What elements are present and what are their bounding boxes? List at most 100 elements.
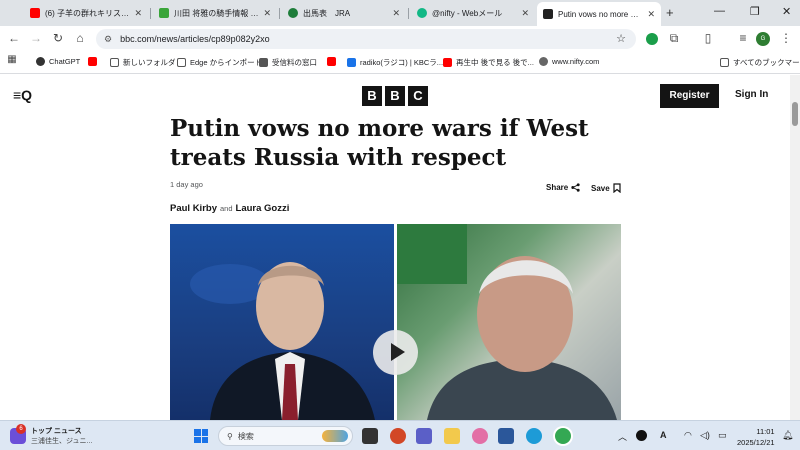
article-video[interactable] (170, 224, 621, 420)
bbc-logo[interactable]: B B C (362, 86, 428, 106)
tab-title: @nifty - Webメール (432, 8, 503, 18)
save-button[interactable]: Save (591, 183, 621, 193)
start-button[interactable] (194, 429, 208, 443)
profile-avatar[interactable]: G (756, 32, 770, 46)
media-control-icon[interactable]: ≡ (735, 31, 751, 45)
notification-bell-icon[interactable]: 🔔︎ (782, 430, 793, 441)
volume-icon[interactable]: ◁) (700, 430, 710, 441)
file-explorer-icon[interactable] (444, 428, 460, 444)
news-icon: 6 (10, 424, 26, 444)
address-bar[interactable]: ⚙ bbc.com/news/articles/cp89p082y2xo ☆ (96, 29, 636, 49)
tab-title: Putin vows no more wars if (558, 9, 644, 19)
powerpoint-icon[interactable] (390, 428, 406, 444)
author-name[interactable]: Paul Kirby (170, 203, 217, 214)
share-button[interactable]: Share (546, 183, 580, 192)
bookmark-label: 新しいフォルダ (123, 58, 176, 67)
folder-icon (177, 58, 186, 67)
close-icon[interactable]: ✕ (134, 8, 142, 19)
bookmark-youtube-later[interactable]: 再生中 後で見る 後で... (443, 57, 534, 68)
site-icon (159, 8, 169, 18)
site-info-icon[interactable]: ⚙ (104, 34, 112, 45)
reading-mode-icon[interactable]: ▯ (700, 31, 716, 45)
apps-grid-icon[interactable]: ▦ (4, 54, 20, 65)
youtube-icon (443, 58, 452, 67)
bookmark-nhk-fee[interactable]: 受信料の窓口 (259, 57, 317, 68)
bookmark-chatgpt[interactable]: ChatGPT (36, 57, 80, 66)
tab-nifty-mail[interactable]: @nifty - Webメール ✕ (411, 3, 535, 23)
sign-in-link[interactable]: Sign In (735, 89, 768, 100)
share-label: Share (546, 183, 569, 192)
peskov-photo (397, 224, 621, 420)
extensions-puzzle-icon[interactable]: ⧉ (666, 31, 682, 46)
tab-jra[interactable]: 出馬表 JRA ✕ (282, 3, 406, 23)
browser-tab-strip: (6) 子羊の群れキリスト教 ✕ 川田 将雅の騎手情報 | 競 ✕ 出馬表 JR… (0, 0, 800, 26)
bookmark-label: www.nifty.com (552, 57, 600, 66)
news-widget[interactable]: 6 トップ ニュース 三浦佳生、ジュニ... (10, 424, 92, 446)
chrome-icon[interactable] (555, 428, 571, 444)
search-icon: ⚲ (227, 431, 233, 441)
bookmark-label: radiko(ラジコ) | KBCラ... (360, 58, 444, 67)
all-bookmarks[interactable]: すべてのブックマーク (720, 57, 800, 68)
byline-and: and (220, 204, 233, 213)
bookmark-label: すべてのブックマーク (733, 58, 800, 67)
teams-icon[interactable] (416, 428, 432, 444)
share-icon (571, 183, 580, 192)
chatgpt-icon (36, 57, 45, 66)
wifi-icon[interactable]: ◠ (684, 430, 692, 441)
bookmark-edge-import[interactable]: Edge からインポート (177, 57, 262, 68)
back-icon[interactable]: ← (6, 31, 22, 45)
minimize-button[interactable]: — (714, 5, 725, 17)
battery-icon[interactable]: ▭ (718, 430, 727, 441)
logo-letter: B (362, 86, 382, 106)
close-window-button[interactable]: ✕ (782, 5, 791, 18)
task-view-icon[interactable] (362, 428, 378, 444)
taskbar-search[interactable]: ⚲ 検索 (218, 426, 353, 446)
reload-icon[interactable]: ↻ (50, 31, 66, 45)
system-clock[interactable]: 11:01 2025/12/21 (737, 426, 775, 448)
menu-search-icon[interactable]: ≡Q (13, 87, 32, 103)
home-icon[interactable]: ⌂ (72, 31, 88, 45)
radiko-icon (347, 58, 356, 67)
tab-jockey-info[interactable]: 川田 将雅の騎手情報 | 競 ✕ (153, 3, 277, 23)
tab-title: 川田 将雅の騎手情報 | 競 (174, 8, 260, 18)
close-icon[interactable]: ✕ (647, 9, 655, 20)
copilot-icon[interactable] (472, 428, 488, 444)
forward-icon[interactable]: → (28, 31, 44, 45)
register-button[interactable]: Register (660, 84, 719, 108)
save-label: Save (591, 183, 610, 193)
show-hidden-icons[interactable]: ︿ (618, 430, 627, 443)
clock-time: 11:01 (756, 427, 775, 436)
word-icon[interactable] (498, 428, 514, 444)
close-icon[interactable]: ✕ (521, 8, 529, 19)
bookmark-youtube[interactable] (88, 57, 101, 66)
bookmark-youtube-2[interactable] (327, 57, 340, 66)
tab-bbc-article[interactable]: Putin vows no more wars if ✕ (537, 2, 661, 26)
maximize-button[interactable]: ❐ (750, 5, 760, 18)
app-tray-icon[interactable] (636, 430, 647, 441)
close-icon[interactable]: ✕ (263, 8, 271, 19)
extension-icon[interactable] (646, 33, 658, 45)
scrollbar-thumb[interactable] (792, 102, 798, 126)
close-icon[interactable]: ✕ (392, 8, 400, 19)
clock-date: 2025/12/21 (737, 438, 775, 447)
ime-indicator[interactable]: A (660, 430, 667, 440)
url-text: bbc.com/news/articles/cp89p082y2xo (120, 34, 270, 44)
youtube-icon (30, 8, 40, 18)
browser-menu-icon[interactable]: ⋮ (778, 31, 794, 45)
bookmark-icon (613, 183, 621, 193)
article-timestamp: 1 day ago (170, 180, 203, 189)
jra-icon (288, 8, 298, 18)
bookmark-label: 受信料の窓口 (272, 58, 317, 67)
folder-icon (720, 58, 729, 67)
bookmark-new-folder[interactable]: 新しいフォルダ (110, 57, 176, 68)
bookmark-star-icon[interactable]: ☆ (616, 32, 626, 45)
new-tab-button[interactable]: + (666, 5, 674, 20)
author-name[interactable]: Laura Gozzi (236, 203, 290, 214)
page-scrollbar[interactable] (790, 75, 800, 420)
play-video-button[interactable] (373, 330, 418, 375)
bookmark-radiko[interactable]: radiko(ラジコ) | KBCラ... (347, 57, 443, 68)
edge-icon[interactable] (526, 428, 542, 444)
bookmark-label: ChatGPT (49, 57, 81, 66)
bookmark-nifty[interactable]: www.nifty.com (539, 57, 599, 66)
tab-youtube[interactable]: (6) 子羊の群れキリスト教 ✕ (24, 3, 148, 23)
